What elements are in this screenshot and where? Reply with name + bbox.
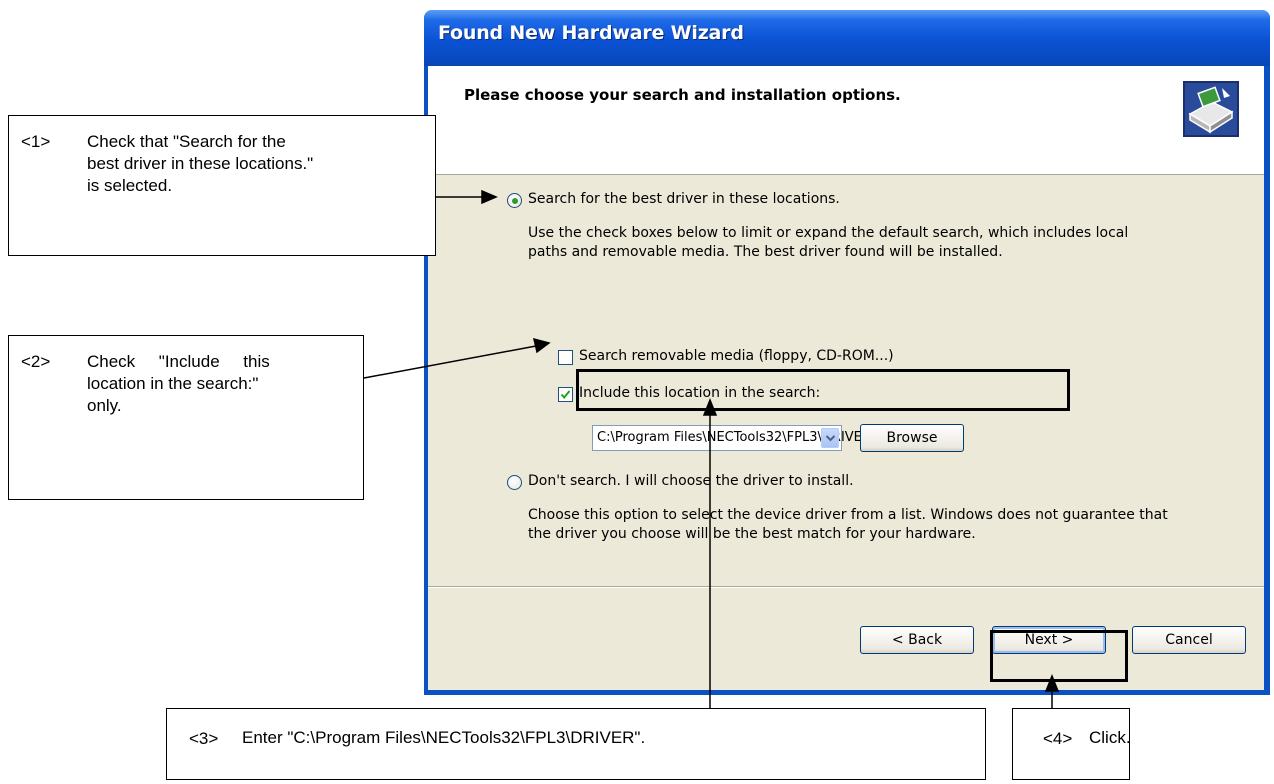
arrow-3-head	[702, 397, 718, 416]
annotation-arrows	[363, 189, 1060, 708]
arrow-4-head	[1044, 673, 1060, 692]
arrow-2-line	[363, 345, 537, 379]
arrow-1-head	[481, 189, 498, 205]
arrow-2-head	[532, 337, 551, 354]
